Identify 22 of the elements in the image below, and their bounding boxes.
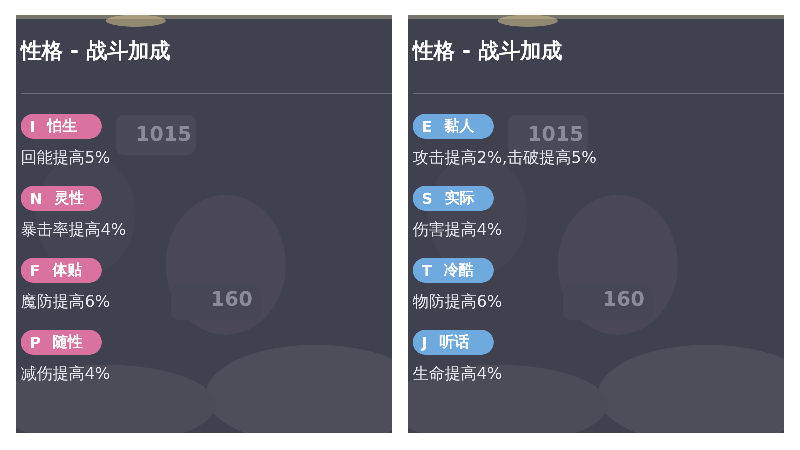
faded-number: 1015 — [136, 122, 192, 146]
trait-effect: 攻击提高2%,击破提高5% — [413, 148, 597, 167]
trait-effect: 暴击率提高4% — [21, 220, 126, 239]
trait-tag: N 灵性 — [21, 186, 102, 211]
trait-effect: 伤害提高4% — [413, 220, 502, 239]
trait-effect: 魔防提高6% — [21, 292, 110, 311]
panel-title: 性格 - 战斗加成 — [411, 38, 564, 65]
trait-effect: 物防提高6% — [413, 292, 502, 311]
trait-tag: P 随性 — [21, 330, 102, 355]
faded-number: 160 — [603, 287, 645, 311]
trait-tag: S 实际 — [413, 186, 494, 211]
faded-number: 160 — [211, 287, 253, 311]
trait-effect: 生命提高4% — [413, 364, 502, 383]
trait-tag: E 黏人 — [413, 114, 494, 139]
trait-tag: F 体贴 — [21, 258, 102, 283]
panel-title: 性格 - 战斗加成 — [19, 38, 172, 65]
trait-tag: T 冷酷 — [413, 258, 494, 283]
trait-effect: 回能提高5% — [21, 148, 110, 167]
trait-effect: 减伤提高4% — [21, 364, 110, 383]
trait-tag: J 听话 — [413, 330, 494, 355]
trait-tag: I 怕生 — [21, 114, 102, 139]
faded-number: 1015 — [528, 122, 584, 146]
